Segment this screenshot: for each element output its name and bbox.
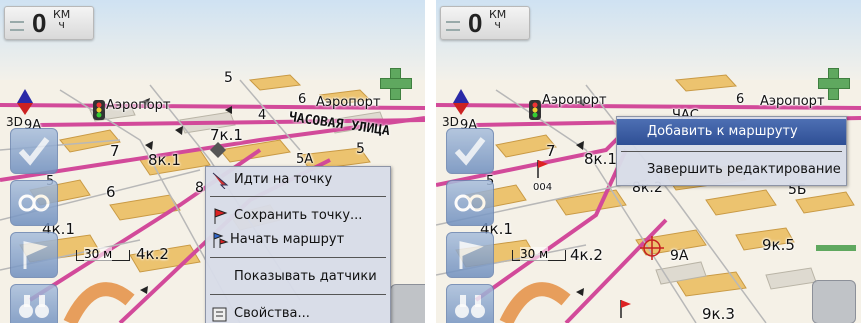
navigate-arrow-icon [212, 172, 229, 189]
speed-unit-bottom: ч [494, 18, 501, 31]
windows-button[interactable] [812, 280, 856, 323]
map-label-metro: Аэропорт [542, 93, 607, 108]
map-label: 6 [298, 92, 307, 107]
tracks-button[interactable] [446, 180, 494, 226]
flag-icon [23, 241, 48, 269]
search-button[interactable] [10, 284, 58, 323]
menu-item-go-to-point[interactable]: Идти на точку [206, 169, 390, 191]
speed-value: 0 [32, 8, 47, 38]
map-label: 7к.1 [210, 126, 243, 144]
checkmark-button[interactable] [10, 128, 58, 174]
track-icon [18, 194, 50, 212]
checkmark-icon [18, 137, 50, 166]
map-label: 7 [546, 142, 556, 160]
traffic-light-icon [529, 100, 541, 120]
menu-item-label: Идти на точку [234, 172, 333, 187]
map-label: 4к.2 [570, 246, 603, 264]
map-label-metro: Аэропорт [316, 95, 381, 110]
context-menu[interactable]: Добавить к маршруту Завершить редактиров… [616, 116, 847, 186]
gps-signal-icon [10, 21, 24, 31]
map-label: 5 [356, 141, 365, 157]
checkmark-icon [454, 137, 486, 166]
menu-item-properties[interactable]: Свойства... [206, 303, 390, 323]
scale-label: 30 м [520, 247, 549, 261]
map-label-metro: Аэропорт [106, 98, 171, 113]
menu-item-label: Добавить к маршруту [647, 124, 798, 139]
map-label-metro: Аэропорт [760, 94, 825, 109]
map-label: 7 [110, 142, 120, 160]
speed-indicator[interactable]: 0 КМ ч [440, 6, 530, 40]
speed-unit: КМ ч [489, 9, 506, 31]
speed-indicator[interactable]: 0 КМ ч [4, 6, 94, 40]
map-label: 9А [670, 248, 689, 264]
map-scale: 30 м [512, 247, 566, 261]
map-label: 9к.3 [702, 305, 735, 323]
map-label: 6 [106, 183, 116, 201]
checkmark-button[interactable] [446, 128, 494, 174]
context-menu[interactable]: Идти на точку Сохранить точку... Начать … [205, 166, 391, 323]
map-label: 5А [296, 152, 314, 167]
map-label: 8 [195, 180, 204, 196]
speed-value: 0 [468, 8, 483, 38]
gps-signal-icon [446, 21, 460, 31]
menu-item-label: Завершить редактирование [647, 162, 841, 177]
map-label: 5 [224, 70, 233, 86]
speed-unit: КМ ч [53, 9, 70, 31]
map-label: 9к.5 [762, 236, 795, 254]
map-panel-right[interactable]: 0 КМ ч 3D Аэропорт 6 Аэропорт 9А ЧАС 5 7… [436, 0, 861, 323]
flag-icon [214, 208, 228, 224]
menu-separator [621, 151, 842, 152]
waypoints-button[interactable] [446, 232, 494, 278]
menu-item-show-sensors[interactable]: Показывать датчики [206, 266, 390, 288]
search-button[interactable] [446, 284, 494, 323]
menu-separator [210, 294, 386, 295]
zoom-in-icon[interactable] [380, 68, 412, 100]
menu-item-add-to-route[interactable]: Добавить к маршруту [617, 119, 846, 145]
route-flags-icon [213, 232, 229, 248]
menu-item-start-route[interactable]: Начать маршрут [206, 229, 390, 251]
map-label: 4к.2 [136, 245, 169, 263]
menu-item-finish-editing[interactable]: Завершить редактирование [617, 159, 846, 181]
map-label: 8к.1 [148, 151, 181, 169]
binoculars-icon [19, 295, 49, 318]
tracks-button[interactable] [10, 180, 58, 226]
map-label: 8к.1 [584, 150, 617, 168]
view-mode-label: 3D [442, 115, 459, 129]
map-label: 4 [258, 108, 267, 123]
scale-label: 30 м [84, 247, 113, 261]
menu-item-label: Сохранить точку... [234, 208, 363, 223]
map-panel-left[interactable]: 0 КМ ч 3D 5 6 Аэропорт Аэропорт 9А 4 7к.… [0, 0, 425, 323]
view-mode-label: 3D [6, 115, 23, 129]
binoculars-icon [455, 295, 485, 318]
waypoint-label: 004 [533, 182, 553, 193]
map-scale: 30 м [76, 247, 130, 261]
traffic-light-icon [93, 100, 105, 120]
menu-item-label: Показывать датчики [234, 269, 377, 284]
flag-icon [459, 241, 484, 269]
menu-item-label: Начать маршрут [230, 232, 345, 247]
properties-icon [212, 307, 227, 322]
windows-button[interactable] [390, 284, 425, 323]
waypoints-button[interactable] [10, 232, 58, 278]
menu-item-save-point[interactable]: Сохранить точку... [206, 205, 390, 227]
track-icon [454, 194, 486, 212]
speed-unit-bottom: ч [58, 18, 65, 31]
menu-separator [210, 257, 386, 258]
menu-item-label: Свойства... [234, 306, 310, 321]
menu-separator [210, 196, 386, 197]
map-label: 6 [736, 92, 745, 107]
